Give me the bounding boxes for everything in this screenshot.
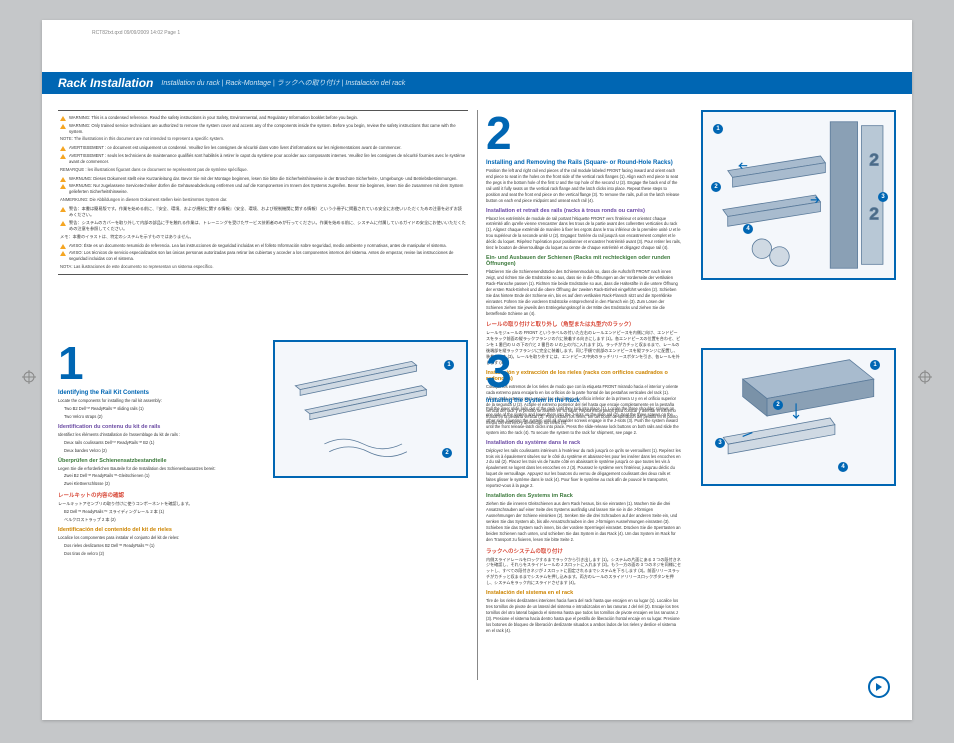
- warning-icon: [60, 244, 66, 249]
- step1-de-b2: Zwei B2 Dell™ ReadyRails™-Gleitschienen …: [58, 473, 253, 479]
- step3-number: 3: [486, 348, 681, 394]
- note-es: NOTA: Las ilustraciones de este document…: [60, 264, 466, 270]
- step1-en-heading: Identifying the Rail Kit Contents: [58, 390, 253, 396]
- warning-icon: [60, 184, 66, 189]
- note-de: ANMERKUNG: Die Abbildungen in diesem Dok…: [60, 197, 466, 203]
- registration-mark-icon: [918, 370, 932, 384]
- next-page-icon: [868, 676, 890, 698]
- step3-es-heading: Instalación del sistema en el rack: [486, 590, 681, 596]
- step1-de-b3: Zwei Klettverschlüsse (2): [58, 481, 253, 487]
- step1-es-b2: Dos rieles deslizantes B2 Dell™ ReadyRai…: [58, 543, 253, 549]
- warn-ja-1: 警告：本書は簡易版です。作業を始める前に、『安全、環境、および規制に関する情報』…: [69, 206, 466, 218]
- step1-en-b3: Two Velcro straps (2): [58, 414, 253, 420]
- warning-icon: [60, 154, 66, 159]
- right-column: 2 Installing and Removing the Rails (Squ…: [486, 110, 896, 700]
- step1-en-b1: Locate the components for installing the…: [58, 398, 253, 404]
- warn-de-1: WARNUNG: Dieses Dokument stellt eine Kur…: [69, 176, 458, 182]
- step1-es-heading: Identificación del contenido del kit de …: [58, 527, 253, 533]
- running-head: RCT82txt.qxd 09/09/2009 14:02 Page 1: [92, 30, 180, 36]
- svg-text:2: 2: [869, 203, 879, 223]
- step1-en-b2: Two B2 Dell™ ReadyRails™ sliding rails (…: [58, 406, 253, 412]
- step1-ja-b1: レールキットアセンブリの取り付けに使うコンポーネントを確認します。: [58, 501, 253, 507]
- left-column: WARNING: This is a condensed reference. …: [58, 110, 468, 700]
- banner-title: Rack Installation: [58, 76, 153, 90]
- callout-4: 4: [743, 224, 753, 234]
- step3-de-body: Ziehen Sie die inneren Gleitschienen aus…: [486, 501, 681, 542]
- step1-fr-b3: Deux bandes Velcro (2): [58, 448, 253, 454]
- rail-install-illustration: 2 2: [703, 112, 894, 278]
- registration-mark-icon: [22, 370, 36, 384]
- warning-icon: [60, 207, 66, 212]
- step2-de-heading: Ein- und Ausbauen der Schienen (Racks mi…: [486, 255, 681, 267]
- callout-2: 2: [711, 182, 721, 192]
- callout-3: 3: [715, 438, 725, 448]
- step3-es-body: Tire de los rieles deslizantes interiore…: [486, 598, 681, 634]
- warn-de-2: WARNUNG: Nur zugelassene Servicetechnike…: [69, 183, 466, 195]
- figure-3: 1 2 3 4: [701, 348, 896, 486]
- callout-1: 1: [444, 360, 454, 370]
- step1-ja-heading: レールキットの内容の確認: [58, 491, 253, 499]
- warn-es-1: AVISO: Éste es un documento resumido de …: [69, 243, 447, 249]
- warn-fr-2: AVERTISSEMENT : seuls les techniciens de…: [69, 153, 466, 165]
- callout-2: 2: [442, 448, 452, 458]
- warning-icon: [60, 251, 66, 256]
- step3-ja-heading: ラックへのシステムの取り付け: [486, 547, 681, 555]
- step2-fr-body: Placez les extrémités de module de rail …: [486, 216, 681, 252]
- step1-text: 1 Identifying the Rail Kit Contents Loca…: [58, 340, 253, 559]
- step2-ja-heading: レールの取り付けと取り外し（角型または丸型穴のラック）: [486, 320, 681, 328]
- step2-en-body: Position the left and right rail end pie…: [486, 168, 681, 204]
- step2-de-body: Platzieren Sie die Schienenendstücke des…: [486, 269, 681, 316]
- note-fr: REMARQUE : les illustrations figurant da…: [60, 167, 466, 173]
- step3-text: 3 Installing the System in the Rack Pull…: [486, 348, 681, 636]
- warning-icon: [60, 116, 66, 121]
- step1-de-heading: Überprüfen der Schienensatzbestandteile: [58, 458, 253, 464]
- step3-en-body: Pull the inner slide rails out of the ra…: [486, 406, 681, 436]
- figure-1: 1 2: [273, 340, 468, 478]
- step2-en-heading: Installing and Removing the Rails (Squar…: [486, 160, 681, 166]
- step1-es-b3: Dos tiras de velcro (2): [58, 551, 253, 557]
- step2-number: 2: [486, 110, 681, 156]
- callout-4: 4: [838, 462, 848, 472]
- callout-2: 2: [773, 400, 783, 410]
- step3-de-heading: Installation des Systems im Rack: [486, 493, 681, 499]
- warn-es-2: AVISO: Los técnicos de servicio especial…: [69, 250, 466, 262]
- step1-fr-heading: Identification du contenu du kit de rail…: [58, 424, 253, 430]
- step1-ja-b3: ベルクロストラップ 2 本 (2): [58, 517, 253, 523]
- step1-es-b1: Localice los componentes para instalar e…: [58, 535, 253, 541]
- warn-ja-2: 警告：システムのカバーを取り外して内部の部品に手を触れる作業は、トレーニングを受…: [69, 220, 466, 232]
- rail-kit-illustration: [275, 342, 466, 476]
- callout-3: 3: [878, 192, 888, 202]
- installation-sheet-page: RCT82txt.qxd 09/09/2009 14:02 Page 1 Rac…: [42, 20, 912, 720]
- step1-de-b1: Legen Sie die erforderlichen Bauteile fü…: [58, 466, 253, 472]
- warning-icon: [60, 177, 66, 182]
- svg-text:2: 2: [869, 150, 879, 170]
- step2-fr-heading: Installation et retrait des rails (racks…: [486, 208, 681, 214]
- warning-box: WARNING: This is a condensed reference. …: [58, 110, 468, 275]
- warn-en-1: WARNING: This is a condensed reference. …: [69, 115, 358, 121]
- step3-en-heading: Installing the System in the Rack: [486, 398, 681, 404]
- callout-1: 1: [870, 360, 880, 370]
- banner-subtitle: Installation du rack | Rack-Montage | ラッ…: [161, 78, 405, 88]
- step1-number: 1: [58, 340, 253, 386]
- callout-1: 1: [713, 124, 723, 134]
- warning-icon: [60, 124, 66, 129]
- warn-fr-1: AVERTISSEMENT : ce document est uniqueme…: [69, 145, 401, 151]
- figure-2: 2 2 1 2 4: [701, 110, 896, 280]
- step1-fr-b2: Deux rails coulissants Dell™ ReadyRails™…: [58, 440, 253, 446]
- note-ja: メモ：本書のイラストは、特定のシステムを示すものではありません。: [60, 234, 466, 240]
- step1-fr-b1: Identifiez les éléments d'installation d…: [58, 432, 253, 438]
- warning-icon: [60, 221, 66, 226]
- title-banner: Rack Installation Installation du rack |…: [42, 72, 912, 94]
- system-install-illustration: [703, 350, 894, 484]
- step3-fr-heading: Installation du système dans le rack: [486, 440, 681, 446]
- step1-ja-b2: B2 Dell™ ReadyRails™ スライディングレール 2 本 (1): [58, 509, 253, 515]
- warn-en-2: WARNING: Only trained service technician…: [69, 123, 466, 135]
- step3-fr-body: Déployez les rails coulissants intérieur…: [486, 448, 681, 489]
- note-en: NOTE: The illustrations in this document…: [60, 136, 466, 142]
- warning-icon: [60, 146, 66, 151]
- step3-ja-body: 内側スライドレールをロックするまでラックから引き出します (1)。システムの片面…: [486, 557, 681, 587]
